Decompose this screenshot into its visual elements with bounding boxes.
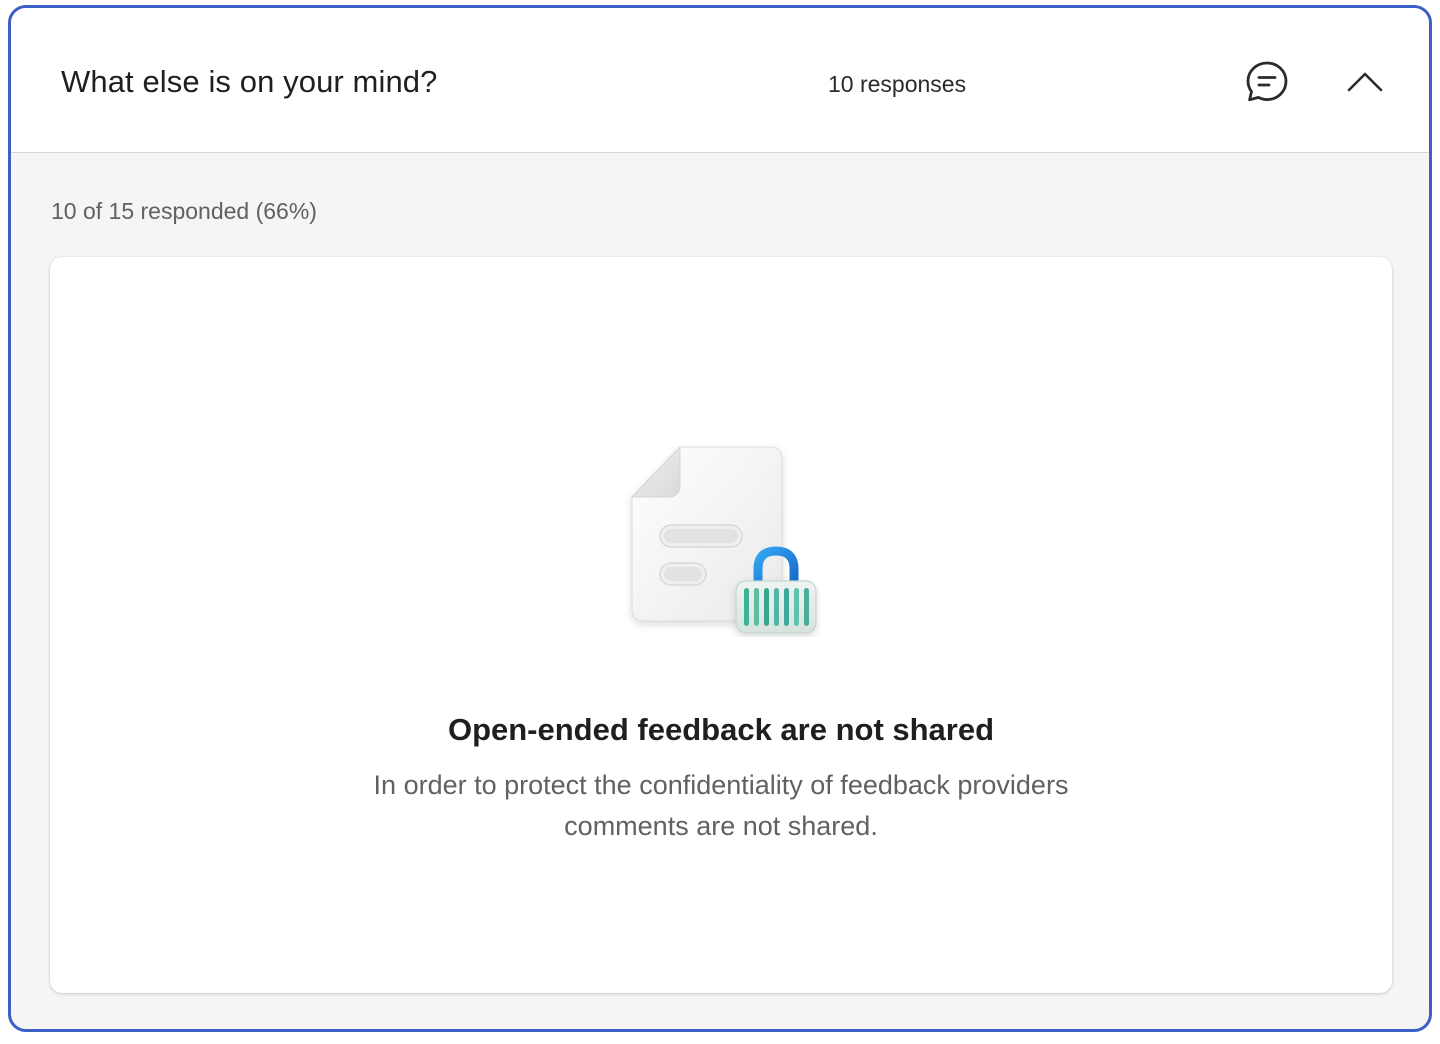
- respond-rate: 10 of 15 responded (66%): [51, 198, 317, 224]
- empty-state-title: Open-ended feedback are not shared: [447, 712, 995, 747]
- locked-document-illustration: [630, 445, 817, 634]
- question-title: What else is on your mind?: [61, 64, 438, 99]
- question-body: 10 of 15 responded (66%) Open-ended feed…: [11, 154, 1429, 1029]
- empty-state-description: In order to protect the confidentiality …: [373, 770, 1069, 841]
- comment-icon: [1246, 61, 1288, 102]
- collapse-button[interactable]: [1343, 60, 1387, 104]
- question-card: What else is on your mind? 10 responses …: [8, 5, 1432, 1032]
- question-header: What else is on your mind? 10 responses: [11, 8, 1429, 153]
- chevron-up-icon: [1347, 72, 1383, 92]
- response-count: 10 responses: [828, 71, 967, 97]
- comment-button[interactable]: [1241, 56, 1293, 108]
- empty-state-panel: Open-ended feedback are not shared In or…: [50, 257, 1392, 993]
